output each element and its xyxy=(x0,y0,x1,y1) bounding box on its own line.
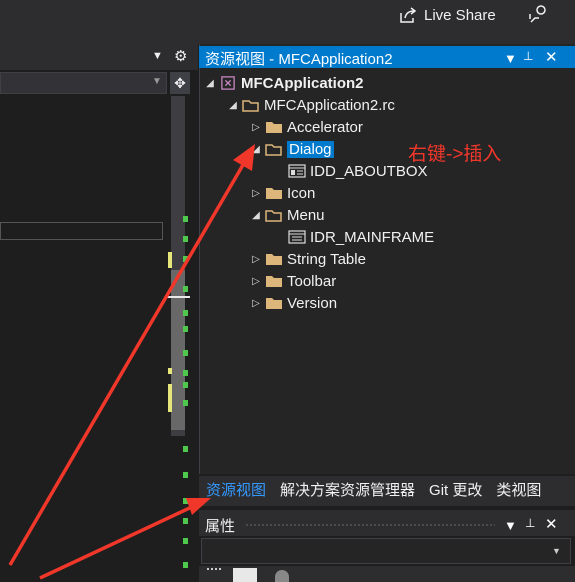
tree-label-selected: Dialog xyxy=(287,140,334,158)
collapsed-arrow-icon[interactable]: ▷ xyxy=(249,188,263,199)
gear-icon[interactable]: ⚙ xyxy=(174,47,187,65)
window-menu-icon[interactable]: ▼ xyxy=(504,51,517,66)
properties-title: 属性 xyxy=(205,518,236,535)
close-icon[interactable]: ✕ xyxy=(545,515,558,533)
tree-label: Version xyxy=(287,294,338,312)
change-marker xyxy=(183,350,188,356)
expanded-arrow-icon[interactable]: ◢ xyxy=(203,78,217,89)
chevron-down-icon[interactable]: ▼ xyxy=(152,76,162,87)
properties-object-dropdown[interactable] xyxy=(201,538,571,564)
tree-label: Accelerator xyxy=(287,118,363,136)
collapsed-arrow-icon[interactable]: ▷ xyxy=(249,276,263,287)
change-marker xyxy=(183,382,188,388)
tree-item-icon[interactable]: ▷ Icon xyxy=(249,182,315,204)
editor-header: ▼ ⚙ xyxy=(0,44,198,70)
annotation-text: 右键->插入 xyxy=(408,144,502,165)
scroll-position-marker xyxy=(165,296,190,298)
tree-item-idd-aboutbox[interactable]: IDD_ABOUTBOX xyxy=(272,160,428,182)
tree-item-rc-file[interactable]: ◢ MFCApplication2.rc xyxy=(226,94,395,116)
change-marker xyxy=(183,286,188,292)
drag-grip[interactable] xyxy=(245,523,495,527)
change-marker xyxy=(183,562,188,568)
window-menu-icon[interactable]: ▼ xyxy=(504,518,517,533)
feedback-icon[interactable] xyxy=(528,4,550,24)
pin-icon[interactable]: ⊥ xyxy=(523,49,533,63)
change-marker xyxy=(183,498,188,504)
expanded-arrow-icon[interactable]: ◢ xyxy=(249,210,263,221)
menu-resource-icon xyxy=(288,230,306,244)
member-dropdown[interactable] xyxy=(0,72,167,94)
code-editor[interactable] xyxy=(0,96,168,582)
change-marker xyxy=(183,370,188,376)
change-marker xyxy=(183,310,188,316)
change-marker xyxy=(183,446,188,452)
tree-label: Toolbar xyxy=(287,272,337,290)
folder-icon xyxy=(266,253,282,265)
tree-item-string-table[interactable]: ▷ String Table xyxy=(249,248,366,270)
change-marker xyxy=(183,518,188,524)
chevron-down-icon[interactable]: ▼ xyxy=(552,546,561,556)
split-editor-button[interactable]: ✥ xyxy=(170,72,190,94)
tree-item-accelerator[interactable]: ▷ Accelerator xyxy=(249,116,363,138)
tree-label: MFCApplication2.rc xyxy=(264,96,395,114)
alphabetical-icon[interactable] xyxy=(233,568,257,582)
tree-label: Icon xyxy=(287,184,316,202)
tree-label: String Table xyxy=(287,250,366,268)
tree-label: MFCApplication2 xyxy=(241,74,364,92)
folder-icon xyxy=(266,275,282,287)
tree-item-dialog[interactable]: ◢ Dialog xyxy=(249,138,334,160)
pin-icon[interactable]: ⊥ xyxy=(525,516,535,530)
categorized-icon[interactable] xyxy=(207,568,221,582)
collapsed-arrow-icon[interactable]: ▷ xyxy=(249,122,263,133)
editor-line-highlight xyxy=(0,222,163,240)
change-marker xyxy=(183,400,188,406)
expanded-arrow-icon[interactable]: ◢ xyxy=(226,100,240,111)
change-marker xyxy=(183,538,188,544)
dialog-resource-icon xyxy=(288,164,306,178)
live-share-label: Live Share xyxy=(424,6,496,24)
panel-title: 资源视图 - MFCApplication2 xyxy=(205,51,393,68)
tree-item-toolbar[interactable]: ▷ Toolbar xyxy=(249,270,336,292)
tab-git-changes[interactable]: Git 更改 xyxy=(422,476,489,506)
project-icon xyxy=(221,76,235,90)
change-marker xyxy=(183,216,188,222)
panel-tabs: 资源视图 解决方案资源管理器 Git 更改 类视图 xyxy=(199,476,575,506)
change-marker xyxy=(183,326,188,332)
tree-label: IDR_MAINFRAME xyxy=(310,228,435,246)
tab-resource-view[interactable]: 资源视图 xyxy=(199,476,273,506)
dropdown-arrow-icon[interactable]: ▼ xyxy=(152,50,163,62)
tree-label: Menu xyxy=(287,206,325,224)
tree-item-version[interactable]: ▷ Version xyxy=(249,292,337,314)
change-marker xyxy=(168,252,172,268)
tree-item-menu[interactable]: ◢ Menu xyxy=(249,204,325,226)
close-icon[interactable]: ✕ xyxy=(545,48,558,66)
tab-solution-explorer[interactable]: 解决方案资源管理器 xyxy=(273,476,422,506)
change-marker xyxy=(168,384,172,412)
change-marker xyxy=(183,256,188,262)
change-marker xyxy=(183,236,188,242)
live-share-button[interactable]: Live Share xyxy=(398,4,496,26)
folder-icon xyxy=(266,187,282,199)
change-marker xyxy=(168,368,172,374)
change-marker xyxy=(183,472,188,478)
folder-open-icon xyxy=(242,99,259,112)
expanded-arrow-icon[interactable]: ◢ xyxy=(249,144,263,155)
tree-item-idr-mainframe[interactable]: IDR_MAINFRAME xyxy=(272,226,434,248)
collapsed-arrow-icon[interactable]: ▷ xyxy=(249,254,263,265)
folder-open-icon xyxy=(265,209,282,222)
share-icon xyxy=(400,7,417,23)
properties-toolbar xyxy=(199,566,575,582)
collapsed-arrow-icon[interactable]: ▷ xyxy=(249,298,263,309)
folder-icon xyxy=(266,121,282,133)
folder-icon xyxy=(266,297,282,309)
folder-open-icon xyxy=(265,143,282,156)
tab-class-view[interactable]: 类视图 xyxy=(489,476,548,506)
tree-item-project[interactable]: ◢ MFCApplication2 xyxy=(203,72,364,94)
property-pages-icon[interactable] xyxy=(275,570,289,582)
